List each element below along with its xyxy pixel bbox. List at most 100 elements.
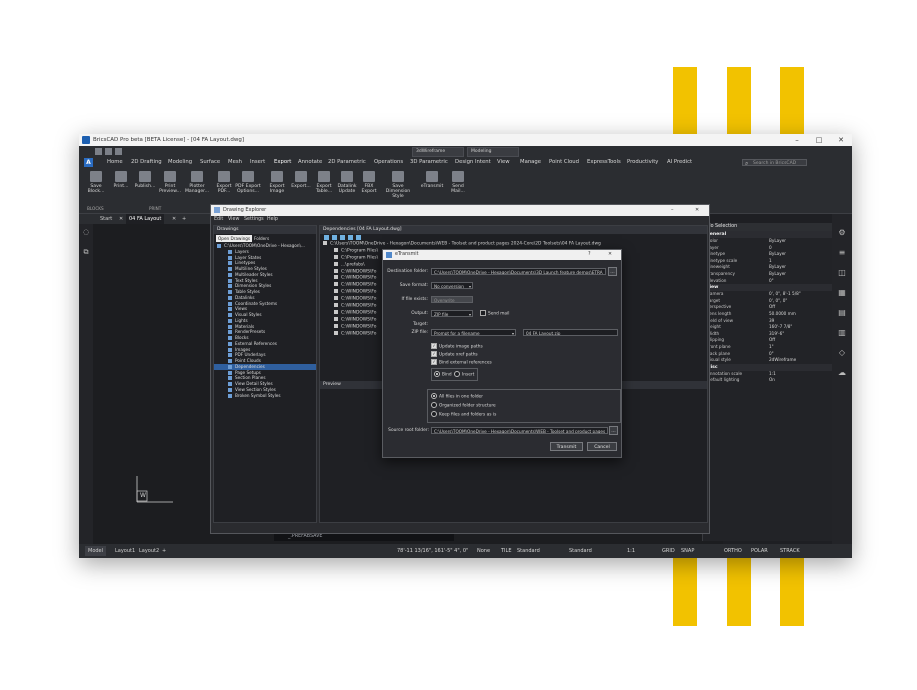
general-section[interactable]: General xyxy=(703,231,833,238)
property-row[interactable]: Color ByLayer xyxy=(703,238,833,245)
add-tab-button[interactable]: + xyxy=(179,214,189,224)
tab-layout1[interactable]: Layout1 xyxy=(115,546,135,556)
tab-layout2[interactable]: Layout2 xyxy=(139,546,159,556)
menu-settings[interactable]: Settings xyxy=(244,216,264,224)
snap-toggle[interactable]: SNAP xyxy=(681,546,694,556)
tab-point-cloud[interactable]: Point Cloud xyxy=(549,157,579,168)
property-row[interactable]: Default lighting On xyxy=(703,377,833,384)
property-row[interactable]: Height 160'-7 7/8" xyxy=(703,324,833,331)
destination-field[interactable]: C:\Users\TOOM\OneDrive - Hexagon\Documen… xyxy=(431,268,606,275)
tab-modeling[interactable]: Modeling xyxy=(168,157,192,168)
export-button[interactable]: Export... xyxy=(291,171,311,189)
help-button[interactable]: ? xyxy=(588,250,591,260)
property-row[interactable]: Lens length 50.0000 mm xyxy=(703,311,833,318)
explorer-close-button[interactable]: ✕ xyxy=(695,205,699,216)
export-table-button[interactable]: Export Table... xyxy=(314,171,334,194)
update-xref-checkbox[interactable]: ✓ Update xref paths xyxy=(431,351,478,359)
output-select[interactable]: ZIP file ▾ xyxy=(431,310,473,317)
property-row[interactable]: Annotation scale 1:1 xyxy=(703,371,833,378)
properties-icon[interactable]: ⚙ xyxy=(837,228,847,238)
property-row[interactable]: Clipping Off xyxy=(703,337,833,344)
publish-button[interactable]: Publish... xyxy=(134,171,156,189)
explorer-minimize-button[interactable]: – xyxy=(671,205,674,216)
tab-2d-drafting[interactable]: 2D Drafting xyxy=(131,157,162,168)
menu-edit[interactable]: Edit xyxy=(214,216,223,224)
property-row[interactable]: Field of view 39 xyxy=(703,318,833,325)
source-root-field[interactable]: C:\Users\TOOM\OneDrive - Hexagon\Documen… xyxy=(431,427,608,434)
property-row[interactable]: Back plane 0" xyxy=(703,351,833,358)
library-icon[interactable]: ▤ xyxy=(837,308,847,318)
tab-open-drawings[interactable]: Open Drawings xyxy=(216,235,253,242)
pdf-export-options-button[interactable]: PDF Export Options... xyxy=(235,171,261,194)
filter-icon[interactable] xyxy=(332,235,337,240)
ortho-toggle[interactable]: ORTHO xyxy=(724,546,742,556)
none-toggle[interactable]: None xyxy=(477,546,490,556)
update-image-checkbox[interactable]: ✓ Update image paths xyxy=(431,343,483,351)
bind-xrefs-checkbox[interactable]: ✓ Bind external references xyxy=(431,359,492,367)
export-icon[interactable] xyxy=(356,235,361,240)
print-button[interactable]: Print... xyxy=(111,171,131,189)
tab-manage[interactable]: Manage xyxy=(520,157,541,168)
property-row[interactable]: Transparency ByLayer xyxy=(703,271,833,278)
property-row[interactable]: Perspective Off xyxy=(703,304,833,311)
tab-2d-parametric[interactable]: 2D Parametric xyxy=(328,157,366,168)
selection-select[interactable]: No Selection xyxy=(703,223,833,231)
export-pdf-button[interactable]: Export PDF... xyxy=(215,171,233,194)
browse-source-button[interactable]: ... xyxy=(609,426,618,435)
maximize-button[interactable]: □ xyxy=(808,134,830,146)
property-row[interactable]: Width 319'-6" xyxy=(703,331,833,338)
text-style-select[interactable]: Standard xyxy=(517,546,540,556)
layers-icon[interactable]: ≡ xyxy=(837,248,847,258)
plotter-manager-button[interactable]: Plotter Manager... xyxy=(184,171,210,194)
structure-icon[interactable]: ⧉ xyxy=(82,248,90,256)
tab-3d-parametric[interactable]: 3D Parametric xyxy=(410,157,448,168)
tab-expresstools[interactable]: ExpressTools xyxy=(587,157,621,168)
blocks-icon[interactable]: ▦ xyxy=(837,288,847,298)
transmit-button[interactable]: Transmit xyxy=(550,442,583,451)
dialog-close-button[interactable]: ✕ xyxy=(608,250,612,260)
add-layout-button[interactable]: + xyxy=(162,546,166,556)
property-row[interactable]: Linetype scale 1 xyxy=(703,258,833,265)
tab-home[interactable]: Home xyxy=(107,157,123,168)
save-format-select[interactable]: No conversion ▾ xyxy=(431,282,473,289)
menu-view[interactable]: View xyxy=(228,216,239,224)
gem-icon[interactable]: ◇ xyxy=(837,348,847,358)
tab-view[interactable]: View xyxy=(497,157,510,168)
tile-toggle[interactable]: TILE xyxy=(501,546,511,556)
dependency-root[interactable]: C:\Users\TOOM\OneDrive - Hexagon\Documen… xyxy=(320,241,707,248)
bind-radio[interactable]: Bind xyxy=(434,371,452,379)
send-mail-checkbox[interactable]: Send mail xyxy=(480,310,509,318)
open-icon[interactable] xyxy=(95,148,102,155)
tab-ai-predict[interactable]: AI Predict xyxy=(667,157,692,168)
tab-operations[interactable]: Operations xyxy=(374,157,403,168)
print-preview-button[interactable]: Print Preview... xyxy=(159,171,181,194)
zip-filename-input[interactable]: 04 FA Layout.zip xyxy=(523,329,618,336)
misc-section[interactable]: Misc xyxy=(703,363,833,371)
tab-model[interactable]: Model xyxy=(85,546,107,556)
export-image-button[interactable]: Export Image xyxy=(267,171,287,194)
new-icon[interactable] xyxy=(85,148,92,155)
workspace-select[interactable]: 3dWireframe xyxy=(412,147,464,157)
save-dimension-style-button[interactable]: Save Dimension Style xyxy=(383,171,413,199)
insert-radio[interactable]: Insert xyxy=(454,371,474,379)
strack-toggle[interactable]: STRACK xyxy=(780,546,800,556)
tab-surface[interactable]: Surface xyxy=(200,157,220,168)
refresh-icon[interactable] xyxy=(324,235,329,240)
zip-mode-select[interactable]: Prompt for a filename ▾ xyxy=(431,329,516,336)
view-icon[interactable] xyxy=(340,235,345,240)
tab-folders[interactable]: Folders xyxy=(252,235,271,242)
annotation-scale[interactable]: 1:1 xyxy=(627,546,635,556)
tab-mesh[interactable]: Mesh xyxy=(228,157,242,168)
app-menu-button[interactable]: A xyxy=(84,158,93,167)
tab-insert[interactable]: Insert xyxy=(250,157,265,168)
browse-destination-button[interactable]: ... xyxy=(608,267,617,276)
all-files-radio[interactable]: All files in one folder xyxy=(431,393,483,401)
send-mail-button[interactable]: Send Mail... xyxy=(448,171,468,194)
tab-04-fa-layout[interactable]: 04 FA Layout xyxy=(126,214,165,224)
print-icon[interactable] xyxy=(115,148,122,155)
search-input[interactable]: ⌕ Search in BricsCAD xyxy=(742,159,807,167)
tab-design-intent[interactable]: Design Intent xyxy=(455,157,491,168)
property-row[interactable]: Lineweight ByLayer xyxy=(703,264,833,271)
minimize-button[interactable]: – xyxy=(786,134,808,146)
modeling-select[interactable]: Modeling xyxy=(467,147,519,157)
